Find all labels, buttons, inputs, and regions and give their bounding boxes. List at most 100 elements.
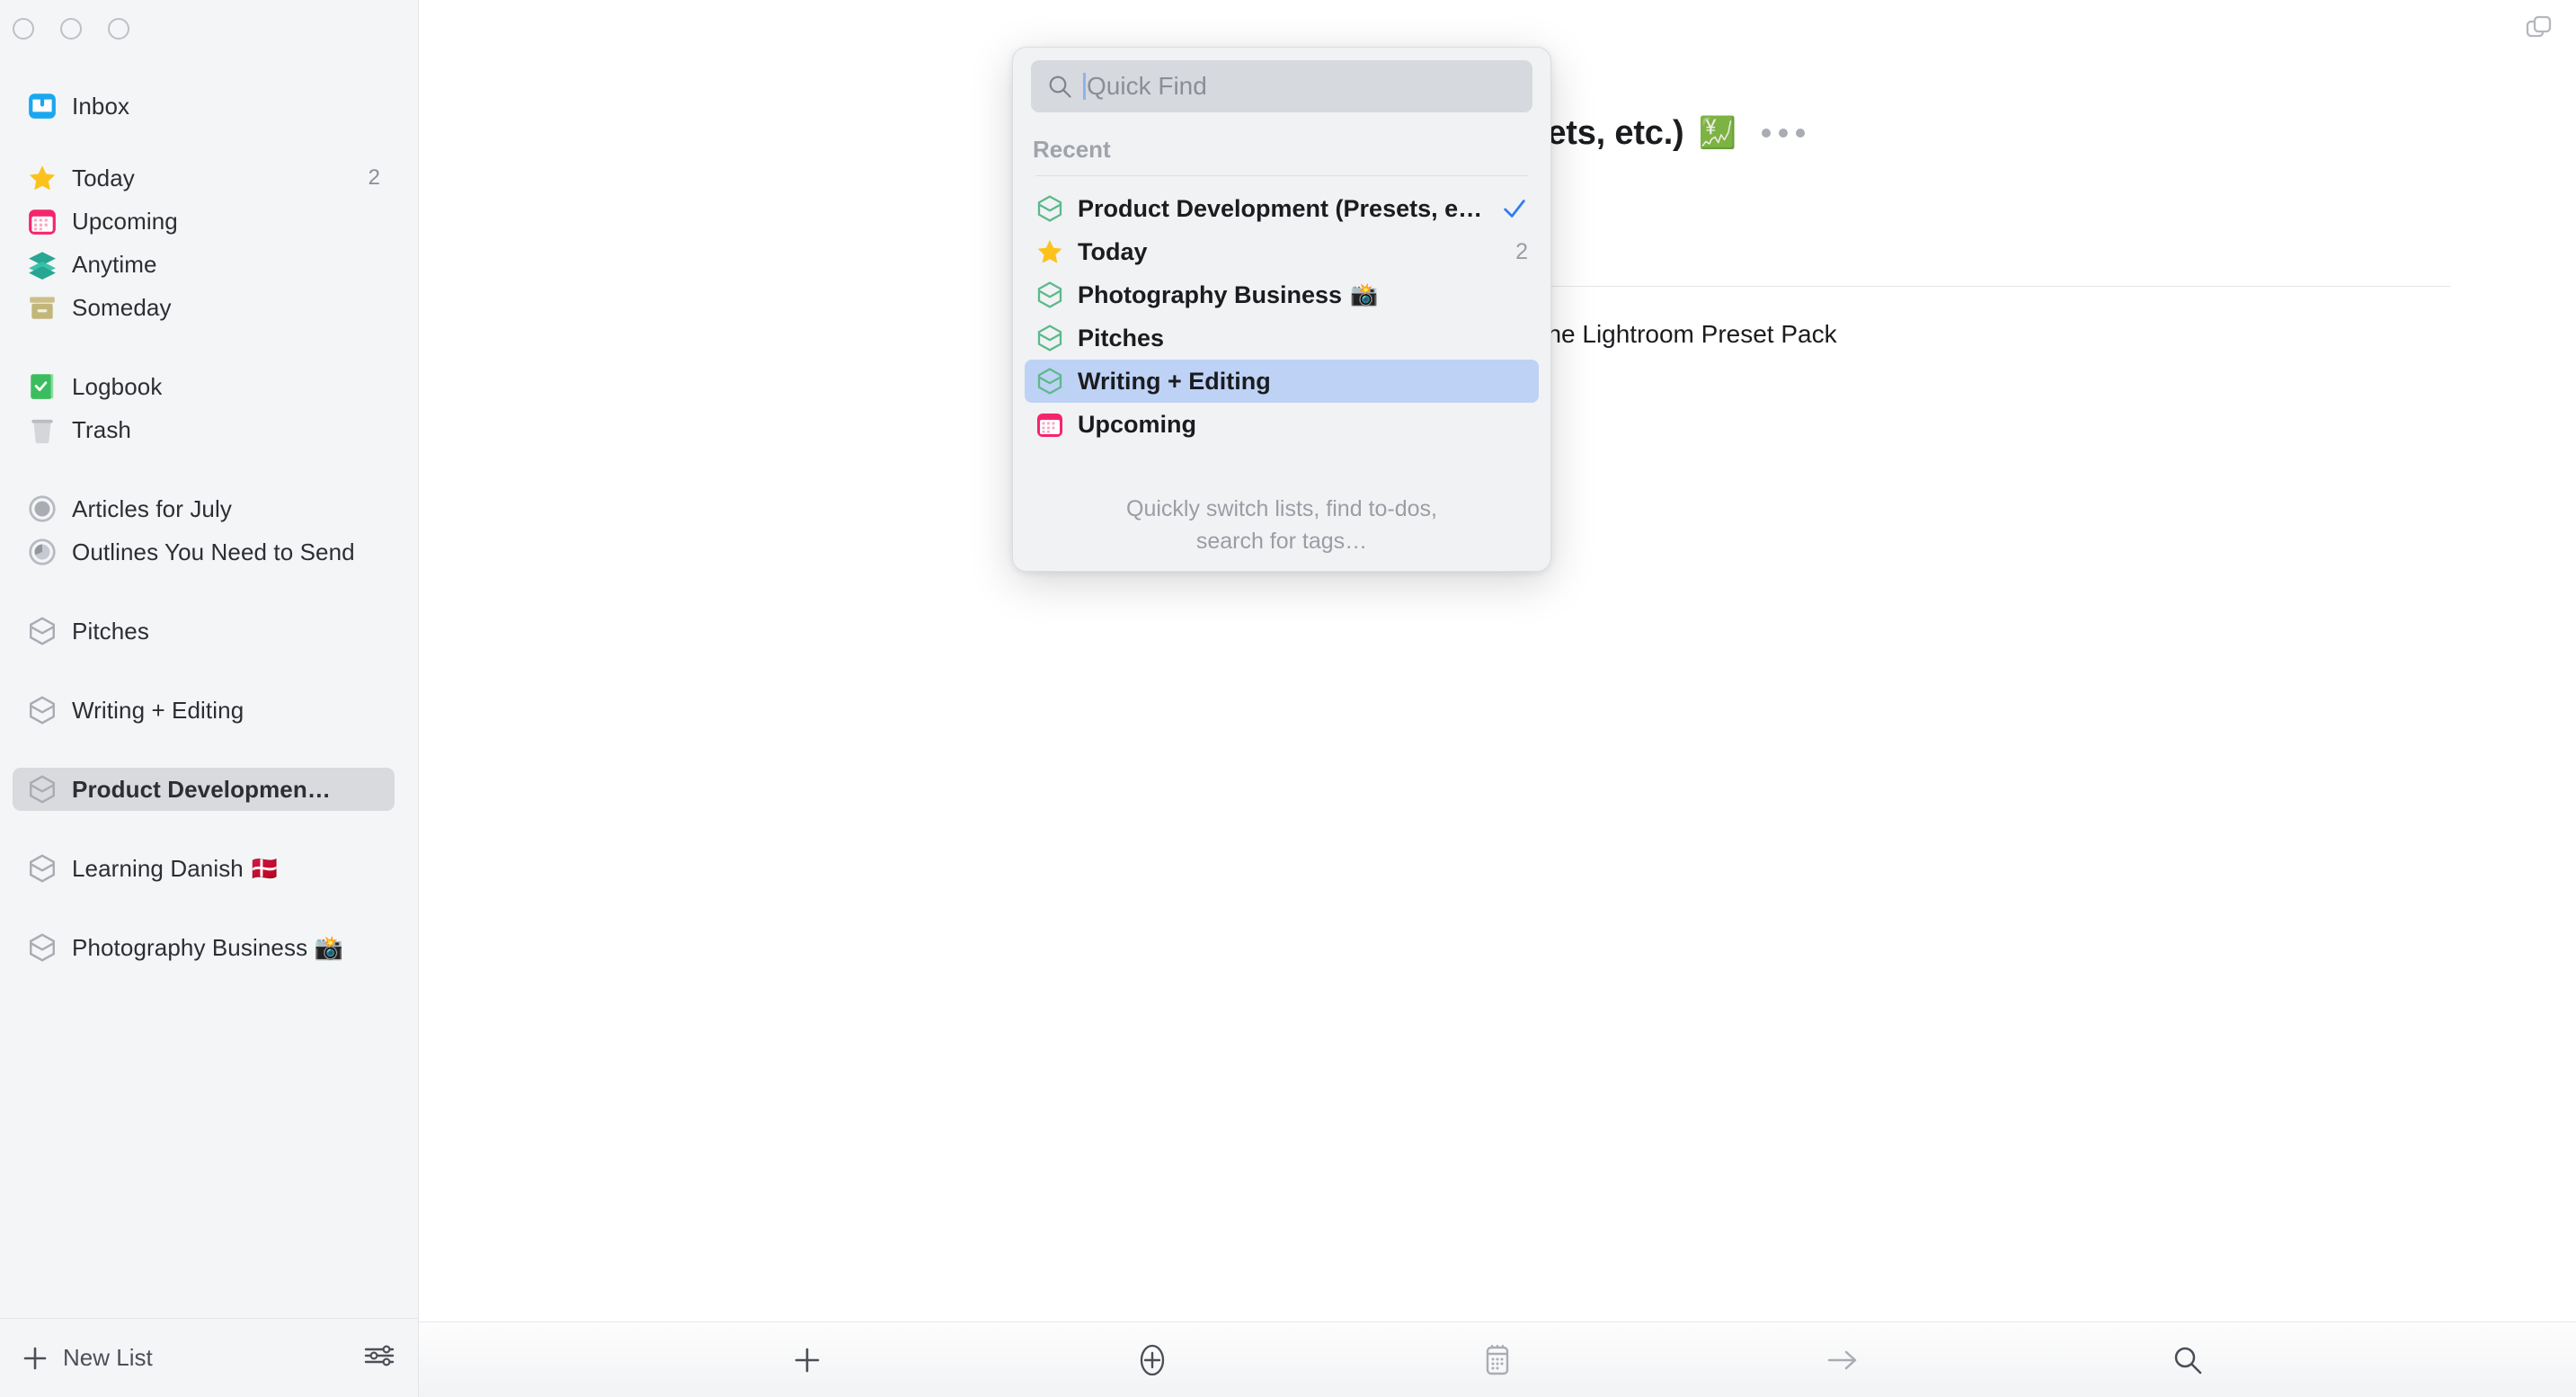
sidebar-item-pitches[interactable]: Pitches [13,610,395,653]
sidebar-item-count: 2 [368,165,380,190]
project-hexagon-green-icon [1035,194,1064,223]
zoom-window-button[interactable] [108,18,129,40]
project-hexagon-green-icon [1035,367,1064,396]
quick-find-item-pitches[interactable]: Pitches [1025,316,1539,360]
move-button[interactable] [1811,1333,1874,1387]
project-hexagon-icon [27,853,58,884]
search-placeholder: Quick Find [1087,72,1207,100]
inbox-icon [27,91,58,121]
checkmark-icon [1492,195,1528,222]
sidebar-item-learning-danish[interactable]: Learning Danish 🇩🇰 [13,847,395,890]
sidebar-item-label: Writing + Editing [72,696,244,724]
sidebar-group-spacer [0,653,418,689]
sidebar-item-label: Articles for July [72,494,232,522]
project-hexagon-green-icon [1035,280,1064,309]
quick-find-item-today[interactable]: Today 2 [1025,230,1539,273]
project-hexagon-icon [27,616,58,646]
search-button[interactable] [2156,1333,2219,1387]
new-project-button[interactable] [1121,1333,1184,1387]
quick-find-popup: Quick Find Recent Product Development (P… [1012,47,1551,572]
sidebar-list: Inbox Today 2 Upcoming Anytime Someday Log… [0,85,418,1318]
quick-find-item-photography-business[interactable]: Photography Business 📸 [1025,273,1539,316]
sidebar-item-label: Outlines You Need to Send [72,538,355,565]
sidebar-group-spacer [0,732,418,768]
sidebar-item-label: Today [72,164,135,191]
new-list-button[interactable]: New List [20,1343,153,1374]
quick-find-recent-label: Recent [1033,136,1111,163]
when-button[interactable] [1466,1333,1529,1387]
search-icon [1047,74,1072,99]
star-icon [1035,237,1064,266]
sidebar-item-today[interactable]: Today 2 [13,156,395,200]
sidebar-item-label: Product Developmen… [72,775,331,803]
sidebar-item-logbook[interactable]: Logbook [13,365,395,408]
calendar-icon [27,206,58,236]
quick-find-item-writing-editing[interactable]: Writing + Editing [1025,360,1539,403]
minimize-window-button[interactable] [60,18,82,40]
project-title-emoji: 💹 [1698,116,1737,150]
sidebar-item-label: Anytime [72,250,157,278]
layers-icon [27,249,58,280]
sidebar-item-articles-for-july[interactable]: Articles for July [13,487,395,530]
quick-find-item-upcoming[interactable]: Upcoming [1025,403,1539,446]
sliders-icon[interactable] [364,1343,395,1373]
sidebar-group-spacer [0,329,418,365]
sidebar-item-trash[interactable]: Trash [13,408,395,451]
quick-find-item-label: Photography Business [1078,280,1343,308]
quick-find-item-label: Upcoming [1078,410,1196,438]
search-input[interactable]: Quick Find [1031,60,1532,112]
sidebar-group-spacer [0,574,418,610]
sidebar-item-label: Inbox [72,92,130,120]
sidebar-group-spacer [0,128,418,156]
archive-box-icon [27,292,58,323]
quick-find-item-label: Today [1078,237,1148,265]
sidebar-item-upcoming[interactable]: Upcoming [13,200,395,243]
quick-find-item-trailing: 2 [1506,239,1528,265]
sidebar-item-label: Upcoming [72,207,178,235]
project-hexagon-icon [27,695,58,725]
quick-find-search-wrap: Quick Find [1013,48,1550,112]
quick-find-item-emoji: 📸 [1350,281,1379,307]
project-hexagon-icon [27,774,58,805]
sidebar-item-photography-business[interactable]: Photography Business 📸 [13,926,395,969]
plus-icon [20,1343,50,1374]
sidebar-item-outlines-you-need-to-send[interactable]: Outlines You Need to Send [13,530,395,574]
sidebar-item-label: Learning Danish 🇩🇰 [72,854,280,882]
quick-find-hint-line-2: search for tags… [1195,529,1368,555]
calendar-icon [1035,410,1064,439]
sidebar-item-someday[interactable]: Someday [13,286,395,329]
sidebar-item-label: Photography Business 📸 [72,933,343,961]
sidebar-group-spacer [0,811,418,847]
sidebar-item-label: Trash [72,415,131,443]
ellipsis-icon[interactable] [1761,129,1805,138]
sidebar-group-spacer [0,451,418,487]
sidebar-item-label: Someday [72,293,172,321]
sidebar-item-product-developmen[interactable]: Product Developmen… [13,768,395,811]
area-circle-partial-icon [27,537,58,567]
quick-find-item-label: Product Development (Presets, e… [1078,194,1483,222]
quick-find-item-label: Pitches [1078,324,1165,351]
quick-find-divider [1035,175,1528,176]
sidebar-item-inbox[interactable]: Inbox [13,85,395,128]
bottom-toolbar [419,1321,2576,1397]
quick-find-results: Product Development (Presets, e… Today 2 P… [1013,187,1550,446]
project-hexagon-icon [27,932,58,963]
sidebar-footer: New List [0,1318,418,1397]
new-todo-button[interactable] [776,1333,839,1387]
logbook-icon [27,371,58,402]
quick-find-hint: Quickly switch lists, find to-dos, searc… [1013,493,1550,558]
sidebar-item-anytime[interactable]: Anytime [13,243,395,286]
sidebar-group-spacer [0,890,418,926]
sidebar: Inbox Today 2 Upcoming Anytime Someday Log… [0,0,419,1397]
window-traffic-lights [13,18,129,40]
new-list-label: New List [63,1344,153,1371]
quick-find-item-count: 2 [1515,238,1528,264]
area-circle-full-icon [27,494,58,524]
star-icon [27,163,58,193]
trash-icon [27,414,58,445]
sidebar-item-writing-editing[interactable]: Writing + Editing [13,689,395,732]
close-window-button[interactable] [13,18,34,40]
sidebar-item-label: Logbook [72,372,163,400]
sidebar-item-label: Pitches [72,617,149,645]
quick-find-item-product-development-presets-e[interactable]: Product Development (Presets, e… [1025,187,1539,230]
